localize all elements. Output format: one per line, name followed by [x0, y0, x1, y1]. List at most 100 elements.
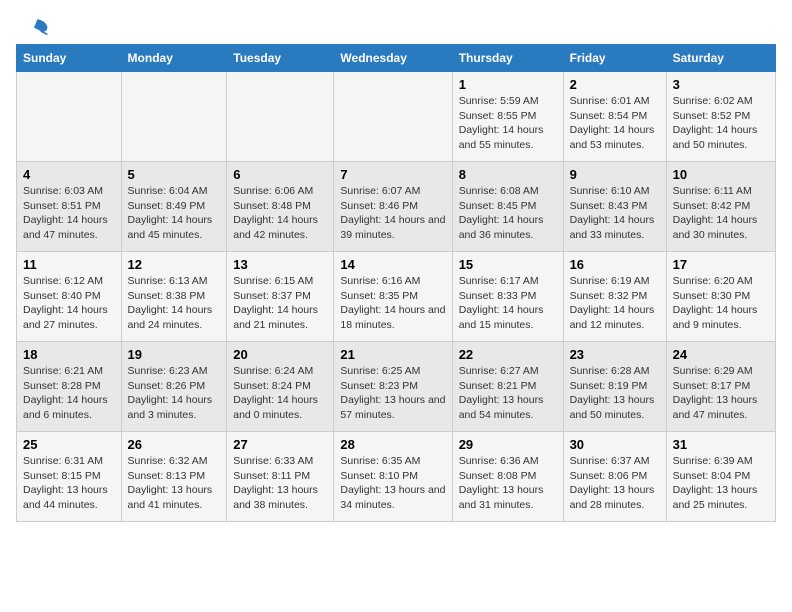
day-info: Sunset: 8:54 PM	[570, 109, 660, 124]
calendar-cell: 26Sunrise: 6:32 AMSunset: 8:13 PMDayligh…	[121, 432, 227, 522]
day-info: Daylight: 14 hours and 50 minutes.	[673, 123, 769, 152]
day-info: Sunset: 8:23 PM	[340, 379, 445, 394]
day-number: 21	[340, 347, 445, 362]
day-info: Sunset: 8:42 PM	[673, 199, 769, 214]
day-info: Sunrise: 6:32 AM	[128, 454, 221, 469]
day-info: Daylight: 13 hours and 38 minutes.	[233, 483, 327, 512]
day-number: 19	[128, 347, 221, 362]
calendar-cell: 25Sunrise: 6:31 AMSunset: 8:15 PMDayligh…	[17, 432, 122, 522]
day-info: Daylight: 13 hours and 31 minutes.	[459, 483, 557, 512]
day-number: 10	[673, 167, 769, 182]
day-number: 31	[673, 437, 769, 452]
day-info: Sunrise: 6:36 AM	[459, 454, 557, 469]
calendar-cell: 21Sunrise: 6:25 AMSunset: 8:23 PMDayligh…	[334, 342, 452, 432]
day-number: 4	[23, 167, 115, 182]
day-number: 7	[340, 167, 445, 182]
day-info: Sunset: 8:04 PM	[673, 469, 769, 484]
day-number: 17	[673, 257, 769, 272]
day-info: Sunrise: 5:59 AM	[459, 94, 557, 109]
week-row-2: 4Sunrise: 6:03 AMSunset: 8:51 PMDaylight…	[17, 162, 776, 252]
calendar-cell: 29 Sunrise: 6:36 AMSunset: 8:08 PMDayligh…	[452, 432, 563, 522]
day-number: 8	[459, 167, 557, 182]
header	[16, 16, 776, 36]
calendar-cell: 9Sunrise: 6:10 AMSunset: 8:43 PMDaylight…	[563, 162, 666, 252]
day-info: Daylight: 13 hours and 25 minutes.	[673, 483, 769, 512]
calendar-cell: 16Sunrise: 6:19 AMSunset: 8:32 PMDayligh…	[563, 252, 666, 342]
day-info: Sunrise: 6:13 AM	[128, 274, 221, 289]
day-info: Sunrise: 6:11 AM	[673, 184, 769, 199]
day-info: Sunrise: 6:19 AM	[570, 274, 660, 289]
day-info: Daylight: 14 hours and 55 minutes.	[459, 123, 557, 152]
day-info: Daylight: 13 hours and 54 minutes.	[459, 393, 557, 422]
day-info: Sunset: 8:45 PM	[459, 199, 557, 214]
calendar-cell: 30Sunrise: 6:37 AMSunset: 8:06 PMDayligh…	[563, 432, 666, 522]
calendar-cell: 2Sunrise: 6:01 AMSunset: 8:54 PMDaylight…	[563, 72, 666, 162]
calendar-table: SundayMondayTuesdayWednesdayThursdayFrid…	[16, 44, 776, 522]
day-info: Sunset: 8:55 PM	[459, 109, 557, 124]
day-info: Sunset: 8:08 PM	[459, 469, 557, 484]
column-header-thursday: Thursday	[452, 45, 563, 72]
day-info: Sunset: 8:21 PM	[459, 379, 557, 394]
day-info: Daylight: 14 hours and 6 minutes.	[23, 393, 115, 422]
calendar-cell: 13Sunrise: 6:15 AMSunset: 8:37 PMDayligh…	[227, 252, 334, 342]
day-number: 15	[459, 257, 557, 272]
day-info: Sunrise: 6:03 AM	[23, 184, 115, 199]
day-info: Sunset: 8:43 PM	[570, 199, 660, 214]
calendar-cell: 15Sunrise: 6:17 AMSunset: 8:33 PMDayligh…	[452, 252, 563, 342]
calendar-cell: 24Sunrise: 6:29 AMSunset: 8:17 PMDayligh…	[666, 342, 775, 432]
day-number: 24	[673, 347, 769, 362]
day-info: Daylight: 14 hours and 3 minutes.	[128, 393, 221, 422]
day-info: Daylight: 14 hours and 39 minutes.	[340, 213, 445, 242]
column-header-friday: Friday	[563, 45, 666, 72]
day-number: 13	[233, 257, 327, 272]
day-info: Sunrise: 6:17 AM	[459, 274, 557, 289]
day-info: Sunset: 8:19 PM	[570, 379, 660, 394]
column-header-wednesday: Wednesday	[334, 45, 452, 72]
day-info: Sunrise: 6:04 AM	[128, 184, 221, 199]
day-info: Sunrise: 6:10 AM	[570, 184, 660, 199]
calendar-cell: 11Sunrise: 6:12 AMSunset: 8:40 PMDayligh…	[17, 252, 122, 342]
day-info: Sunrise: 6:02 AM	[673, 94, 769, 109]
calendar-cell: 10Sunrise: 6:11 AMSunset: 8:42 PMDayligh…	[666, 162, 775, 252]
day-number: 23	[570, 347, 660, 362]
day-info: Sunrise: 6:06 AM	[233, 184, 327, 199]
day-info: Sunset: 8:06 PM	[570, 469, 660, 484]
day-number: 12	[128, 257, 221, 272]
day-info: Sunset: 8:28 PM	[23, 379, 115, 394]
calendar-cell: 7Sunrise: 6:07 AMSunset: 8:46 PMDaylight…	[334, 162, 452, 252]
calendar-cell: 14Sunrise: 6:16 AMSunset: 8:35 PMDayligh…	[334, 252, 452, 342]
day-number: 9	[570, 167, 660, 182]
calendar-cell: 4Sunrise: 6:03 AMSunset: 8:51 PMDaylight…	[17, 162, 122, 252]
day-info: Daylight: 14 hours and 27 minutes.	[23, 303, 115, 332]
day-info: Sunset: 8:49 PM	[128, 199, 221, 214]
calendar-cell: 27Sunrise: 6:33 AMSunset: 8:11 PMDayligh…	[227, 432, 334, 522]
week-row-3: 11Sunrise: 6:12 AMSunset: 8:40 PMDayligh…	[17, 252, 776, 342]
day-number: 30	[570, 437, 660, 452]
day-info: Daylight: 13 hours and 41 minutes.	[128, 483, 221, 512]
day-number: 5	[128, 167, 221, 182]
day-number: 16	[570, 257, 660, 272]
day-info: Daylight: 14 hours and 21 minutes.	[233, 303, 327, 332]
day-info: Sunrise: 6:29 AM	[673, 364, 769, 379]
day-info: Daylight: 13 hours and 34 minutes.	[340, 483, 445, 512]
day-info: Daylight: 14 hours and 47 minutes.	[23, 213, 115, 242]
day-info: Sunset: 8:40 PM	[23, 289, 115, 304]
day-info: Daylight: 14 hours and 36 minutes.	[459, 213, 557, 242]
day-info: Sunrise: 6:35 AM	[340, 454, 445, 469]
day-info: Sunrise: 6:39 AM	[673, 454, 769, 469]
day-info: Sunrise: 6:01 AM	[570, 94, 660, 109]
calendar-cell: 28Sunrise: 6:35 AMSunset: 8:10 PMDayligh…	[334, 432, 452, 522]
day-info: Sunset: 8:30 PM	[673, 289, 769, 304]
day-info: Daylight: 13 hours and 44 minutes.	[23, 483, 115, 512]
day-info: Daylight: 14 hours and 15 minutes.	[459, 303, 557, 332]
day-number: 27	[233, 437, 327, 452]
day-info: Sunrise: 6:24 AM	[233, 364, 327, 379]
column-header-monday: Monday	[121, 45, 227, 72]
day-info: Sunset: 8:11 PM	[233, 469, 327, 484]
day-number: 28	[340, 437, 445, 452]
day-info: Sunset: 8:48 PM	[233, 199, 327, 214]
day-number: 3	[673, 77, 769, 92]
calendar-cell: 6Sunrise: 6:06 AMSunset: 8:48 PMDaylight…	[227, 162, 334, 252]
day-info: Sunrise: 6:28 AM	[570, 364, 660, 379]
day-number: 29	[459, 437, 557, 452]
